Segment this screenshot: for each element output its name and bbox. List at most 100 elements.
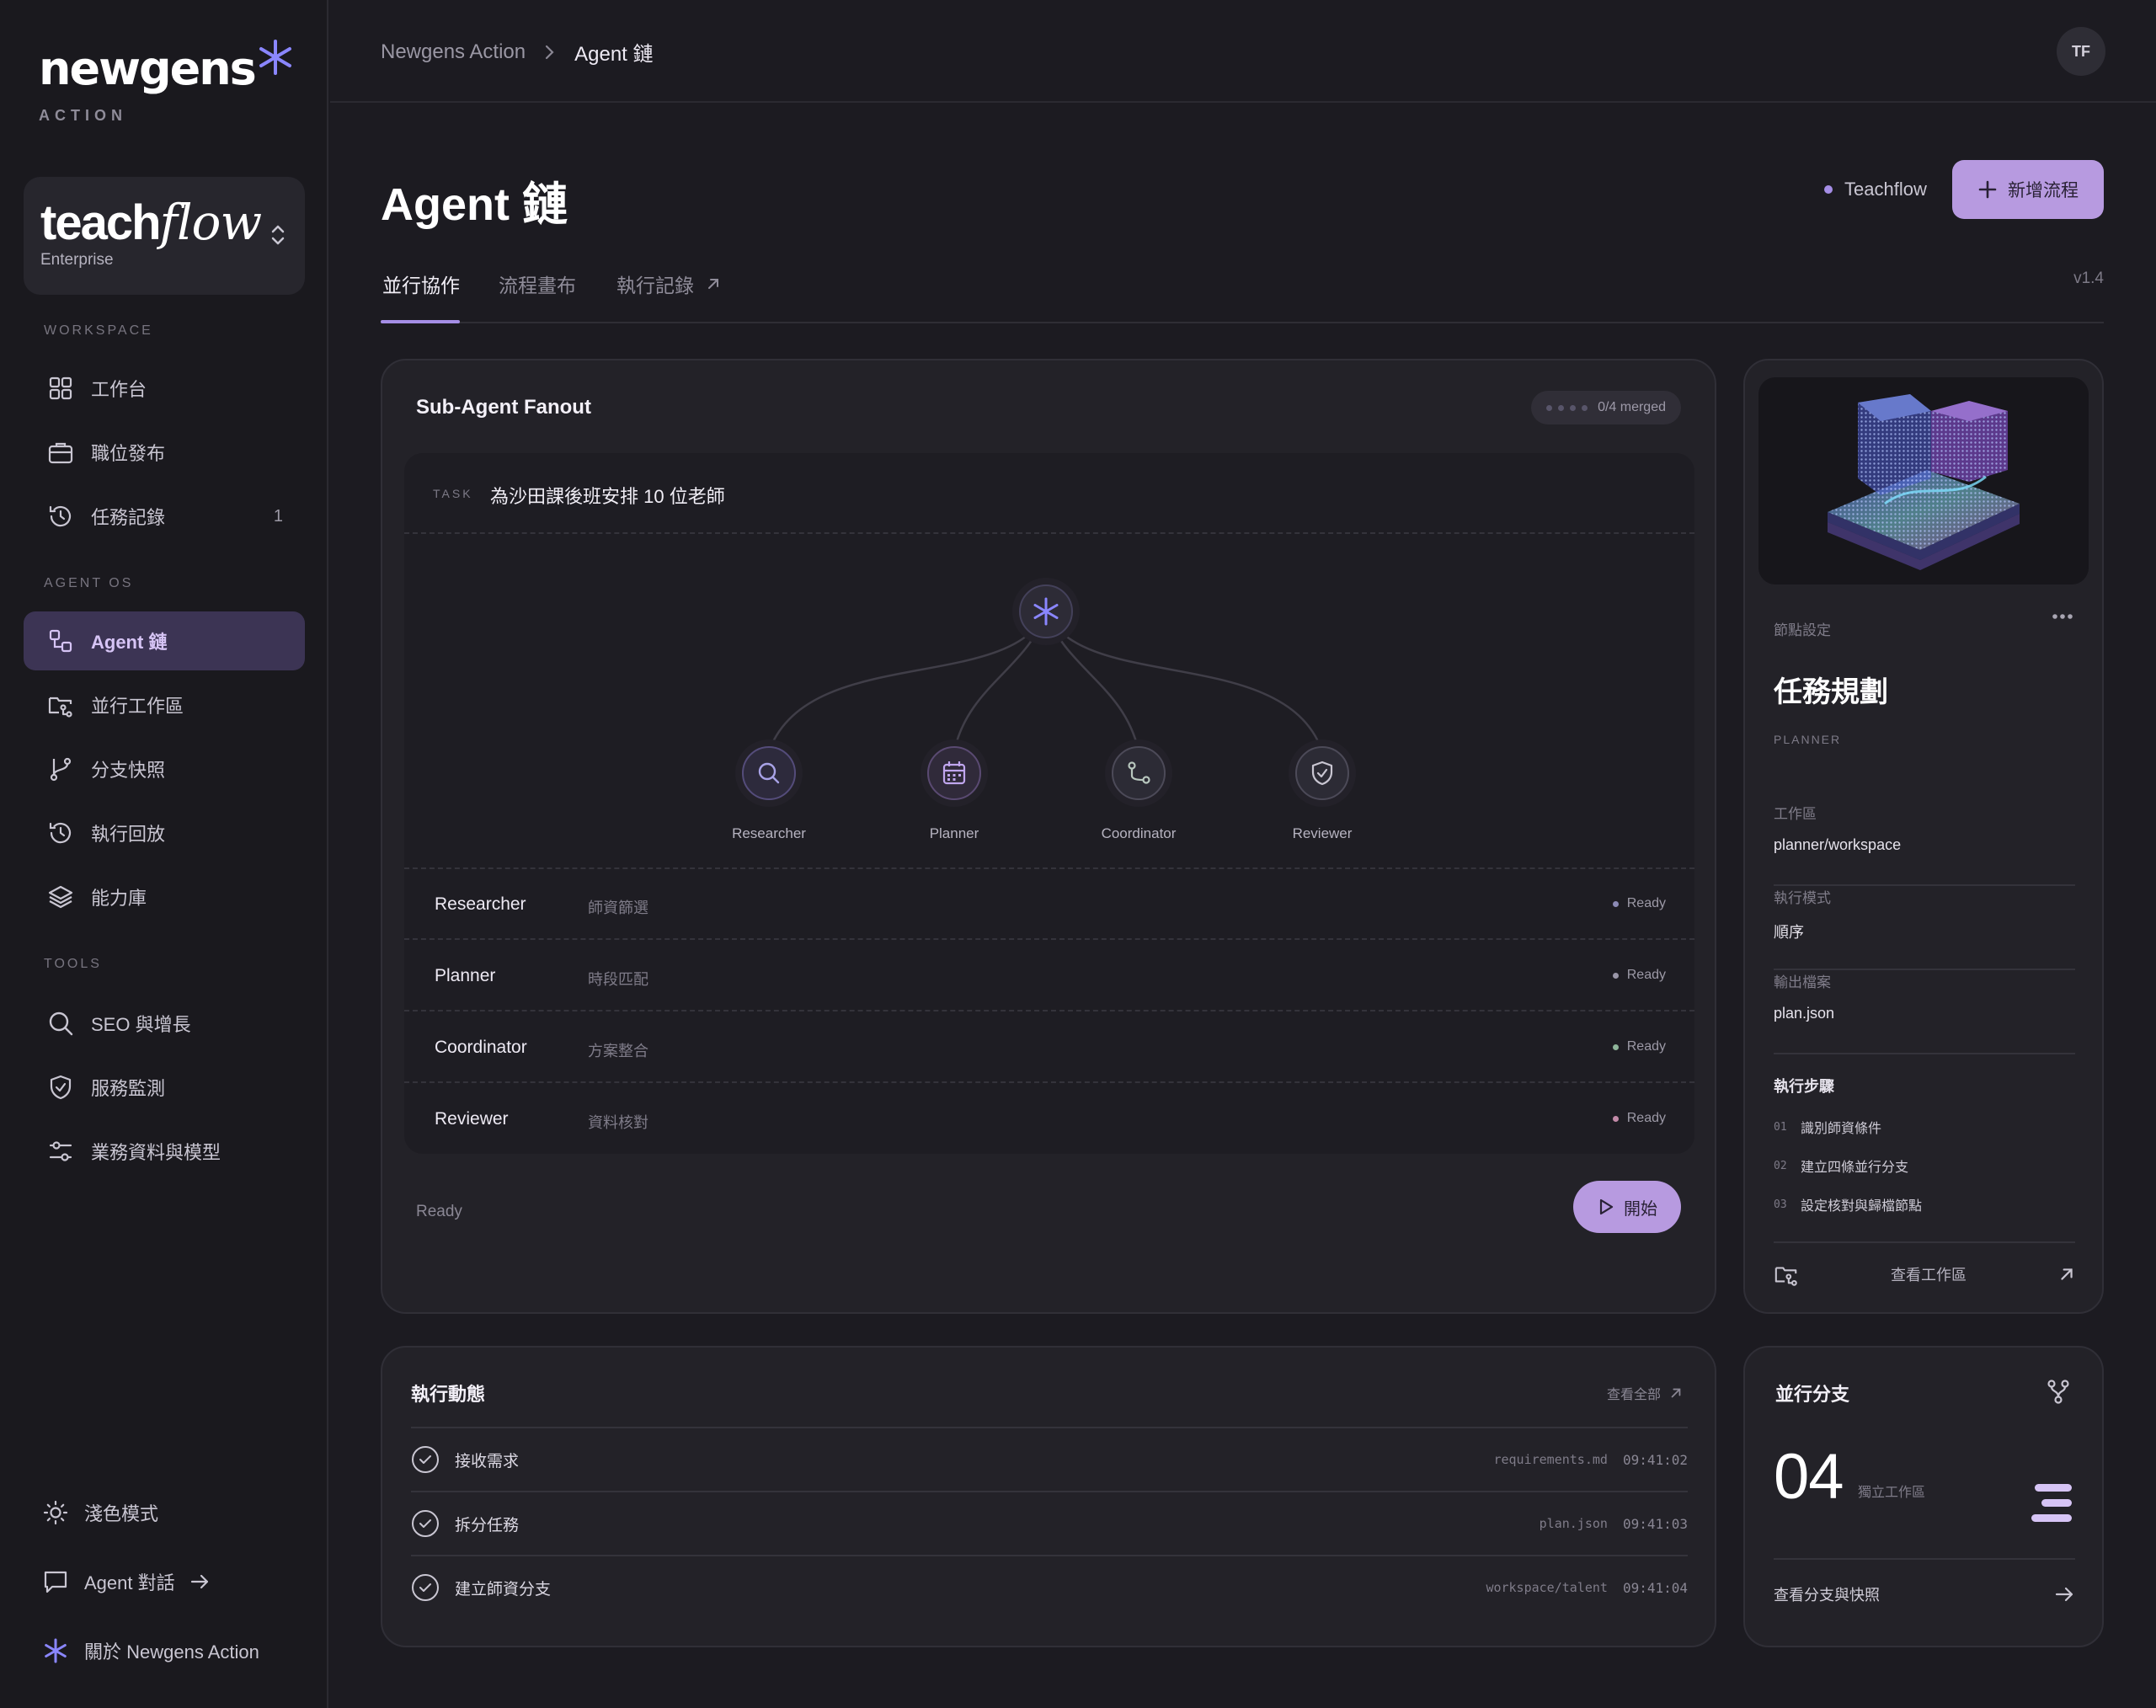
view-branches-link[interactable]: 查看分支與快照 [1774,1558,2075,1605]
task-text: 為沙田課後班安排 10 位老師 [490,486,725,507]
node-planner[interactable] [921,739,988,807]
task-label: TASK [433,487,473,500]
agent-role: 時段匹配 [588,971,648,988]
sidebar-item-dashboard[interactable]: 工作台 [24,359,305,418]
fanout-panel: TASK 為沙田課後班安排 10 位老師 Researcher Planner … [404,453,1694,1154]
steps-title: 執行步驟 [1774,1078,1834,1095]
field-value: plan.json [1774,1005,1835,1022]
sidebar-item-label: SEO 與增長 [91,1014,191,1035]
sidebar-item-monitoring[interactable]: 服務監測 [24,1058,305,1117]
node-coordinator[interactable] [1105,739,1172,807]
avatar[interactable]: TF [2057,27,2105,76]
project-tag: Teachflow [1824,179,1927,200]
sidebar-item-seo[interactable]: SEO 與增長 [24,994,305,1053]
view-all-link[interactable]: 查看全部 [1607,1383,1683,1403]
sidebar-item-agent-chain[interactable]: Agent 鏈 [24,611,305,670]
sidebar-item-capabilities[interactable]: 能力庫 [24,867,305,926]
parallel-branches-card: 並行分支 04 獨立工作區 查看分支與快照 [1743,1346,2104,1647]
org-switcher[interactable]: teachflow Enterprise [24,177,305,295]
field-value: planner/workspace [1774,836,1902,853]
check-circle-icon [411,1445,440,1474]
light-mode-label: 淺色模式 [84,1503,159,1524]
tab-label: 並行協作 [382,275,460,296]
agent-row[interactable]: Reviewer 資料核對 Ready [404,1084,1694,1154]
root-node[interactable] [1012,578,1080,645]
page-title: Agent 鏈 [381,179,568,230]
fanout-status: Ready [416,1203,462,1220]
sidebar-item-label: 執行回放 [91,824,166,845]
agent-row[interactable]: Coordinator 方案整合 Ready [404,1012,1694,1083]
sidebar-item-replay[interactable]: 執行回放 [24,803,305,862]
agent-row[interactable]: Planner 時段匹配 Ready [404,941,1694,1011]
step-item: 02 建立四條並行分支 [1774,1156,1908,1176]
activity-time: 09:41:03 [1622,1515,1688,1532]
node-preview-image [1758,377,2089,584]
new-flow-button[interactable]: 新增流程 [1952,160,2104,219]
activity-row[interactable]: 建立師資分支 workspace/talent 09:41:04 [411,1555,1688,1619]
activity-file: workspace/talent [1486,1580,1608,1595]
view-all-label: 查看全部 [1606,1388,1661,1402]
sidebar-item-branch-snapshots[interactable]: 分支快照 [24,739,305,798]
play-icon [1597,1198,1624,1216]
merged-badge: 0/4 merged [1531,391,1681,424]
topbar: Newgens Action Agent 鏈 TF [330,0,2156,103]
activity-row[interactable]: 拆分任務 plan.json 09:41:03 [411,1491,1688,1555]
tab-parallel[interactable]: 並行協作 [382,270,460,298]
about-link[interactable]: 關於 Newgens Action [39,1634,259,1668]
sidebar-item-business-data[interactable]: 業務資料與模型 [24,1122,305,1181]
section-workspace: WORKSPACE [44,323,153,338]
breadcrumb-root[interactable]: Newgens Action [381,40,526,64]
start-button[interactable]: 開始 [1573,1181,1681,1233]
history-icon [44,499,77,533]
sidebar: newgens ACTION teachflow Enterprise WORK… [0,0,328,1708]
sidebar-item-label: 服務監測 [91,1078,166,1099]
check-circle-icon [411,1573,440,1602]
light-mode-toggle[interactable]: 淺色模式 [39,1496,158,1529]
node-label-planner: Planner [929,825,979,841]
status-dot [1824,185,1833,194]
status-badge: Ready [1612,968,1666,983]
task-row: TASK 為沙田課後班安排 10 位老師 [404,453,1694,534]
section-agent-os: AGENT OS [44,576,134,590]
org-name: teachflow [40,194,262,251]
sidebar-item-jobs[interactable]: 職位發布 [24,423,305,482]
activity-row[interactable]: 接收需求 requirements.md 09:41:02 [411,1427,1688,1491]
agent-role: 師資篩選 [588,899,648,916]
tab-bar: 並行協作 流程畫布 執行記錄 v1.4 [381,261,2104,323]
config-field-workspace: 工作區 planner/workspace [1774,802,2075,886]
tab-label: 流程畫布 [499,275,576,296]
activity-file: requirements.md [1493,1452,1608,1467]
sidebar-item-parallel-workspace[interactable]: 並行工作區 [24,675,305,734]
activity-name: 接收需求 [455,1452,520,1470]
tab-canvas[interactable]: 流程畫布 [499,270,576,298]
sidebar-item-tasks[interactable]: 任務記錄 1 [24,487,305,546]
agent-name: Coordinator [435,1038,527,1057]
sidebar-item-label: 職位發布 [91,443,166,464]
config-field-mode: 執行模式 順序 [1774,886,2075,970]
org-plan: Enterprise [40,251,114,269]
tab-label: 執行記錄 [616,275,694,296]
step-item: 01 識別師資條件 [1774,1117,1881,1137]
brand-logo[interactable]: newgens ACTION [39,40,294,125]
agent-name: Researcher [435,894,526,914]
agent-chat-link[interactable]: Agent 對話 [39,1565,211,1599]
step-number: 01 [1774,1120,1787,1134]
view-workspace-link[interactable]: 查看工作區 [1774,1241,2075,1287]
node-label-researcher: Researcher [732,825,806,841]
agent-row[interactable]: Researcher 師資篩選 Ready [404,869,1694,940]
voxel-illustration [1828,394,2020,570]
node-researcher[interactable] [735,739,803,807]
agent-chain-icon [44,624,77,658]
config-subtitle: PLANNER [1774,733,1842,746]
tab-execution-log[interactable]: 執行記錄 [616,270,721,298]
node-reviewer[interactable] [1289,739,1356,807]
more-options-icon[interactable] [2052,613,2073,620]
agent-role: 資料核對 [588,1114,648,1131]
config-title: 任務規劃 [1774,676,1888,708]
arrow-right-icon [2053,1583,2075,1605]
fanout-title: Sub-Agent Fanout [416,396,591,419]
tab-active-indicator [381,320,460,323]
step-text: 建立四條並行分支 [1801,1161,1909,1175]
node-config-card: 節點設定 任務規劃 PLANNER 工作區 planner/workspace … [1743,359,2104,1314]
activity-title: 執行動態 [411,1384,486,1405]
